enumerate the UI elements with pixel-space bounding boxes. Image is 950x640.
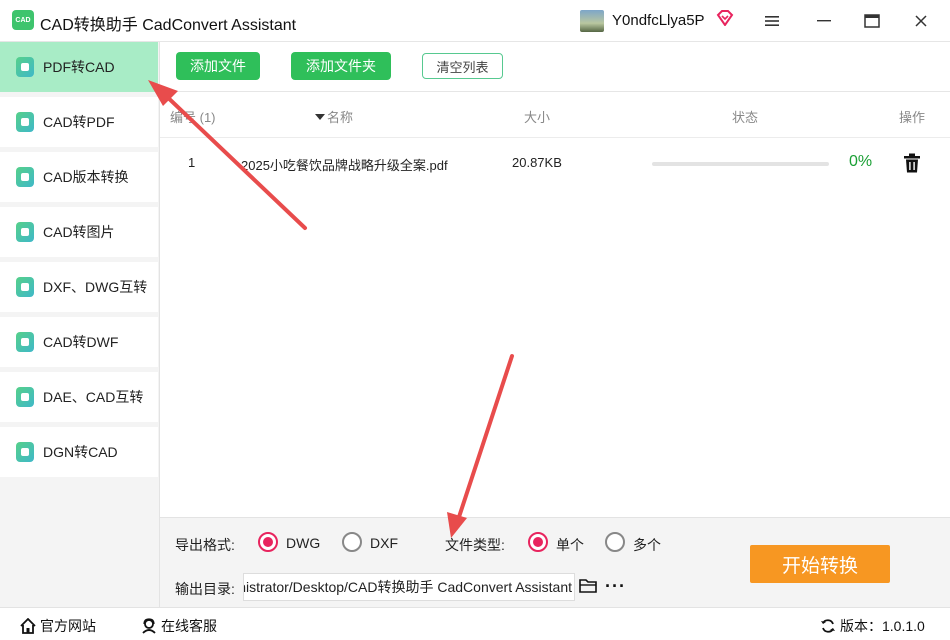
sidebar-item-label: DAE、CAD互转 xyxy=(43,389,144,405)
website-label: 官方网站 xyxy=(40,618,96,634)
maximize-icon xyxy=(864,14,880,28)
row-index: 1 xyxy=(188,155,196,170)
title-bar: CAD CAD转换助手 CadConvert Assistant Y0ndfcL… xyxy=(0,0,950,42)
pdf-to-cad-icon xyxy=(16,57,34,77)
dgn-to-cad-icon xyxy=(16,442,34,462)
progress-percent: 0% xyxy=(849,153,873,170)
vip-diamond-icon[interactable] xyxy=(716,10,734,26)
sidebar-item-label: CAD转DWF xyxy=(43,334,119,350)
home-icon xyxy=(20,618,36,634)
radio-filetype-single[interactable] xyxy=(528,532,548,552)
header-action: 操作 xyxy=(899,110,926,125)
file-table: 编号 (1) 名称 大小 状态 操作 1 2025小吃餐饮品牌战略升级全案.pd… xyxy=(160,92,950,517)
table-header: 编号 (1) 名称 大小 状态 操作 xyxy=(160,92,950,138)
row-file-size: 20.87KB xyxy=(512,155,562,170)
sidebar-item-label: CAD转图片 xyxy=(43,224,115,240)
refresh-icon xyxy=(821,619,835,633)
official-website-link[interactable]: 官方网站 xyxy=(20,616,96,636)
cad-to-dwf-icon xyxy=(16,332,34,352)
header-name[interactable]: 名称 xyxy=(315,107,353,126)
row-file-name: 2025小吃餐饮品牌战略升级全案.pdf xyxy=(241,158,448,173)
support-label: 在线客服 xyxy=(161,618,217,634)
header-index[interactable]: 编号 (1) xyxy=(170,107,216,126)
sidebar-item-cad-to-dwf[interactable]: CAD转DWF xyxy=(0,317,158,367)
sidebar-item-cad-version[interactable]: CAD版本转换 xyxy=(0,152,158,202)
minimize-icon xyxy=(817,20,831,22)
sidebar-item-dae-cad[interactable]: DAE、CAD互转 xyxy=(0,372,158,422)
online-support-link[interactable]: 在线客服 xyxy=(141,616,217,636)
user-avatar[interactable] xyxy=(580,10,604,32)
header-name-label: 名称 xyxy=(327,110,354,125)
sidebar-item-dxf-dwg[interactable]: DXF、DWG互转 xyxy=(0,262,158,312)
sort-down-icon xyxy=(315,113,325,120)
hamburger-icon xyxy=(765,16,779,26)
radio-format-dwg[interactable] xyxy=(258,532,278,552)
add-folder-button[interactable]: 添加文件夹 xyxy=(291,52,391,80)
progress-bar xyxy=(652,162,829,166)
dxf-dwg-icon xyxy=(16,277,34,297)
cad-to-pdf-icon xyxy=(16,112,34,132)
format-label: 导出格式: xyxy=(175,537,235,553)
filetype-single-label[interactable]: 单个 xyxy=(556,535,584,555)
sidebar-item-label: DGN转CAD xyxy=(43,444,118,460)
sidebar-item-label: CAD转PDF xyxy=(43,114,115,130)
maximize-button[interactable] xyxy=(858,8,886,34)
sidebar: PDF转CAD CAD转PDF CAD版本转换 CAD转图片 DXF、DWG互转… xyxy=(0,42,160,607)
output-directory-field[interactable]: C:/Users/Administrator/Desktop/CAD转换助手 C… xyxy=(243,573,575,601)
trash-icon[interactable] xyxy=(903,153,921,173)
table-row[interactable]: 1 2025小吃餐饮品牌战略升级全案.pdf 20.87KB 0% xyxy=(160,138,950,190)
close-button[interactable] xyxy=(907,8,935,34)
format-dxf-label[interactable]: DXF xyxy=(370,535,398,551)
version-label: 版本：1.0.1.0 xyxy=(840,618,925,634)
menu-button[interactable] xyxy=(758,8,786,34)
sidebar-item-cad-to-pdf[interactable]: CAD转PDF xyxy=(0,97,158,147)
toolbar: 添加文件 添加文件夹 清空列表 xyxy=(160,42,950,92)
app-logo: CAD xyxy=(12,10,34,30)
sidebar-item-label: CAD版本转换 xyxy=(43,169,129,185)
dae-cad-icon xyxy=(16,387,34,407)
output-directory-value: C:/Users/Administrator/Desktop/CAD转换助手 C… xyxy=(244,579,572,595)
footer: 官方网站 在线客服 版本：1.0.1.0 xyxy=(0,607,950,640)
more-icon[interactable]: ··· xyxy=(605,576,626,597)
sidebar-item-label: PDF转CAD xyxy=(43,59,115,75)
sidebar-item-dgn-to-cad[interactable]: DGN转CAD xyxy=(0,427,158,477)
cad-version-icon xyxy=(16,167,34,187)
version-check[interactable]: 版本：1.0.1.0 xyxy=(820,616,925,636)
support-agent-icon xyxy=(142,618,156,634)
cad-to-image-icon xyxy=(16,222,34,242)
start-convert-button[interactable]: 开始转换 xyxy=(750,545,890,583)
sidebar-item-cad-to-image[interactable]: CAD转图片 xyxy=(0,207,158,257)
outdir-label: 输出目录: xyxy=(175,581,235,597)
format-dwg-label[interactable]: DWG xyxy=(286,535,320,551)
filetype-label: 文件类型: xyxy=(445,537,505,553)
filetype-multi-label[interactable]: 多个 xyxy=(633,535,661,555)
user-name[interactable]: Y0ndfcLlya5P xyxy=(612,12,705,29)
folder-icon[interactable] xyxy=(579,578,597,594)
radio-format-dxf[interactable] xyxy=(342,532,362,552)
header-status: 状态 xyxy=(732,110,759,125)
add-file-button[interactable]: 添加文件 xyxy=(176,52,260,80)
app-title: CAD转换助手 CadConvert Assistant xyxy=(40,17,297,34)
radio-filetype-multi[interactable] xyxy=(605,532,625,552)
close-icon xyxy=(915,15,927,27)
clear-list-button[interactable]: 清空列表 xyxy=(422,53,503,79)
minimize-button[interactable] xyxy=(810,8,838,34)
sidebar-item-label: DXF、DWG互转 xyxy=(43,279,148,295)
header-size[interactable]: 大小 xyxy=(524,107,550,126)
options-panel: 导出格式: DWG DXF 文件类型: 单个 多个 输出目录: C:/Users… xyxy=(160,517,950,607)
sidebar-item-pdf-to-cad[interactable]: PDF转CAD xyxy=(0,42,158,92)
